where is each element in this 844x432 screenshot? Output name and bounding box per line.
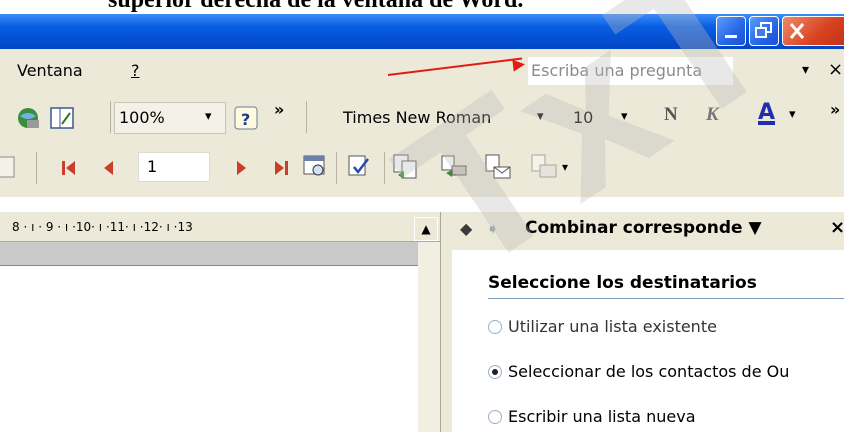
window-titlebar — [0, 14, 844, 49]
merge-to-email-icon[interactable] — [484, 153, 512, 185]
document-page[interactable] — [0, 267, 418, 432]
menu-item-ventana[interactable]: Ventana — [17, 61, 83, 80]
toolbar-separator — [384, 152, 385, 184]
check-errors-icon[interactable] — [346, 153, 372, 183]
annotation-arrow-head — [512, 58, 526, 72]
task-pane-menu-icon[interactable]: ▼ — [749, 218, 762, 238]
globe-web-icon[interactable] — [14, 104, 42, 136]
record-number-value: 1 — [147, 157, 158, 176]
horizontal-ruler: 8 · ı · 9 · ı ·10· ı ·11· ı ·12· ı ·13 — [0, 212, 440, 242]
italic-button[interactable]: K — [706, 104, 719, 126]
option-use-existing-list[interactable]: Utilizar una lista existente — [488, 317, 717, 336]
option-label: Escribir una lista nueva — [508, 407, 696, 426]
option-label: Utilizar una lista existente — [508, 317, 717, 336]
zoom-value: 100% — [119, 108, 165, 127]
font-dropdown-icon: ▾ — [537, 109, 544, 124]
caption-text: superior derecha de la ventana de Word. — [108, 0, 524, 13]
vertical-scrollbar[interactable] — [418, 242, 440, 432]
font-color-button[interactable]: A — [758, 100, 775, 125]
merge-to-new-document-icon[interactable] — [392, 153, 420, 185]
close-document-icon[interactable]: × — [828, 59, 843, 80]
minimize-icon — [725, 35, 737, 38]
ask-dropdown-icon[interactable]: ▾ — [802, 62, 809, 78]
document-gray-area — [0, 242, 440, 266]
close-window-button[interactable] — [782, 16, 844, 46]
radio-selected-icon — [488, 365, 502, 379]
document-map-icon[interactable] — [48, 104, 76, 136]
zoom-select[interactable]: 100% ▾ — [114, 102, 226, 134]
menu-bar: Ventana ? Escriba una pregunta ▾ × — [0, 49, 844, 95]
toolbar-more-icon[interactable]: » — [274, 100, 284, 119]
restore-button[interactable] — [749, 16, 779, 46]
toolbar-more-formatting-icon[interactable]: » — [830, 100, 840, 119]
radio-icon — [488, 320, 502, 334]
font-color-dropdown-icon[interactable]: ▾ — [789, 107, 796, 122]
last-record-icon[interactable] — [272, 159, 290, 181]
close-icon — [789, 23, 805, 39]
toolbar-separator — [306, 101, 307, 133]
restore-icon — [755, 22, 772, 38]
scroll-up-button[interactable]: ▲ — [414, 217, 438, 241]
svg-text:?: ? — [241, 110, 250, 129]
menu-item-help[interactable]: ? — [131, 61, 140, 80]
font-name-select[interactable]: Times New Roman ▾ — [338, 102, 556, 134]
font-size-value: 10 — [573, 108, 594, 127]
forward-arrow-icon[interactable]: ➧ — [486, 219, 499, 238]
toolbar-separator — [110, 101, 111, 133]
ruler-ticks: 8 · ı · 9 · ı ·10· ı ·11· ı ·12· ı ·13 — [12, 220, 193, 234]
record-number-input[interactable]: 1 — [138, 152, 210, 182]
back-arrow-icon[interactable]: ◆ — [460, 219, 472, 238]
annotation-arrow-line — [387, 57, 523, 76]
bold-button[interactable]: N — [664, 104, 678, 126]
previous-record-icon[interactable] — [100, 159, 118, 181]
task-pane: ◆ ➧ Combinar corresponde ▼ × Seleccione … — [452, 212, 844, 432]
scroll-up-arrow-icon: ▲ — [421, 222, 431, 236]
merge-to-printer-icon[interactable] — [440, 153, 468, 185]
radio-icon — [488, 410, 502, 424]
ask-question-input[interactable]: Escriba una pregunta — [528, 57, 733, 85]
toolbar-mail-merge: 1 ▾ — [0, 140, 844, 197]
size-dropdown-icon: ▾ — [621, 109, 628, 124]
zoom-dropdown-icon: ▾ — [205, 109, 212, 124]
toolbar-separator — [36, 152, 37, 184]
pane-splitter[interactable] — [440, 212, 452, 432]
mail-merge-dropdown-icon[interactable]: ▾ — [562, 160, 568, 174]
document-caption: superior derecha de la ventana de Word. — [0, 0, 844, 14]
help-icon[interactable]: ? — [232, 104, 260, 136]
minimize-button[interactable] — [716, 16, 746, 46]
toolbar-separator — [336, 152, 337, 184]
task-pane-header: ◆ ➧ Combinar corresponde ▼ × — [452, 212, 844, 250]
section-rule — [488, 298, 844, 299]
merge-to-fax-icon[interactable] — [530, 153, 558, 185]
task-pane-title[interactable]: Combinar corresponde ▼ — [525, 218, 762, 238]
toolbar-standard-formatting: 100% ▾ ? » Times New Roman ▾ 10 ▾ N K A … — [0, 95, 844, 140]
font-size-select[interactable]: 10 ▾ — [560, 102, 642, 134]
option-type-new-list[interactable]: Escribir una lista nueva — [488, 407, 696, 426]
font-name-value: Times New Roman — [343, 108, 492, 127]
insert-field-icon[interactable] — [0, 154, 20, 184]
option-select-outlook-contacts[interactable]: Seleccionar de los contactos de Ou — [488, 362, 789, 381]
find-entry-icon[interactable] — [302, 153, 328, 183]
section-heading: Seleccione los destinatarios — [488, 273, 757, 293]
first-record-icon[interactable] — [60, 159, 78, 181]
next-record-icon[interactable] — [232, 159, 250, 181]
option-label: Seleccionar de los contactos de Ou — [508, 362, 790, 381]
task-pane-close-icon[interactable]: × — [830, 217, 844, 238]
